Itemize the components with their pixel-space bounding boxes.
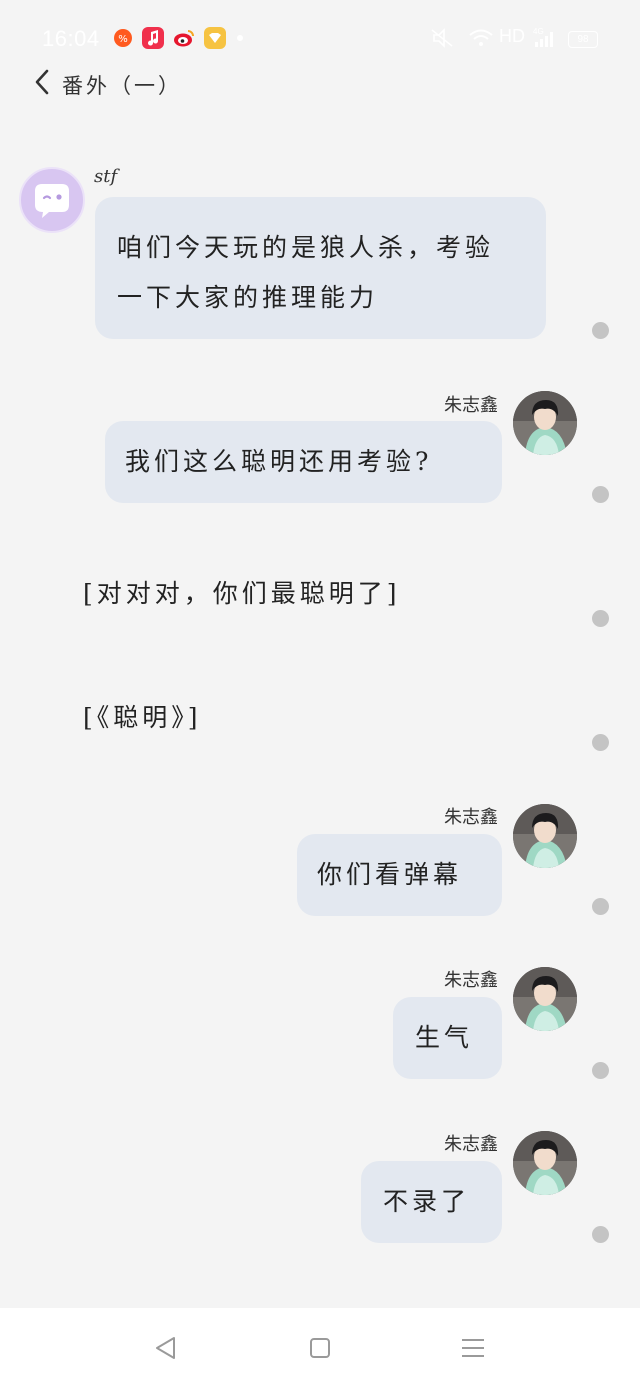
- message-bubble-2[interactable]: 我们这么聪明还用考验?: [105, 421, 502, 503]
- zhuzhixin-avatar[interactable]: [513, 391, 577, 455]
- mute-icon: [430, 28, 456, 53]
- taobao-app-icon: %: [112, 27, 134, 49]
- weibo-app-icon: [173, 27, 195, 49]
- wifi-icon: [468, 28, 494, 53]
- zhuzhixin-avatar[interactable]: [513, 1131, 577, 1195]
- message-line: 不录了: [383, 1187, 471, 1216]
- sender-name-zhuzhixin: 朱志鑫: [444, 807, 498, 828]
- status-time: 16:04: [42, 26, 100, 51]
- narration-text: [对对对，你们最聪明了]: [83, 579, 401, 608]
- battery-icon: 98: [568, 31, 598, 48]
- status-dot: [592, 898, 609, 915]
- sender-name-stf: stf: [94, 166, 118, 187]
- status-dot: [592, 1062, 609, 1079]
- system-nav-bar: [0, 1308, 640, 1387]
- stf-avatar[interactable]: [19, 167, 85, 233]
- status-dot: [592, 734, 609, 751]
- zhuzhixin-avatar[interactable]: [513, 967, 577, 1031]
- status-dot: [592, 1226, 609, 1243]
- message-bubble-4[interactable]: 生气: [393, 997, 502, 1079]
- message-line: 生气: [415, 1023, 474, 1052]
- wallet-app-icon: [204, 27, 226, 49]
- chat-header: 番外（一）: [0, 58, 640, 108]
- back-arrow-icon[interactable]: [32, 68, 54, 96]
- message-line: 你们看弹幕: [317, 860, 463, 889]
- music-app-icon: [142, 27, 164, 49]
- message-bubble-3[interactable]: 你们看弹幕: [297, 834, 502, 916]
- svg-text:4G: 4G: [533, 27, 544, 36]
- notification-dot-icon: [237, 35, 243, 41]
- page-title: 番外（一）: [62, 74, 182, 98]
- menu-lines-icon[interactable]: [459, 1334, 487, 1362]
- message-bubble-5[interactable]: 不录了: [361, 1161, 502, 1243]
- network-type: HD: [499, 26, 525, 46]
- chat-screen: 16:04 % HD 4G 98 番外（一） stf 咱们今天玩的是狼人杀，考验…: [0, 0, 640, 1387]
- message-line: 一下大家的推理能力: [117, 283, 379, 312]
- message-line: 我们这么聪明还用考验?: [125, 447, 433, 476]
- message-line: 咱们今天玩的是狼人杀，考验: [117, 233, 495, 262]
- sender-name-zhuzhixin: 朱志鑫: [444, 970, 498, 991]
- zhuzhixin-avatar[interactable]: [513, 804, 577, 868]
- narration-text: [《聪明》]: [83, 703, 202, 732]
- message-bubble-1[interactable]: 咱们今天玩的是狼人杀，考验 一下大家的推理能力: [95, 197, 546, 339]
- status-dot: [592, 610, 609, 627]
- svg-text:%: %: [118, 34, 128, 45]
- status-dot: [592, 322, 609, 339]
- status-bar: 16:04 % HD 4G 98: [0, 0, 640, 58]
- home-square-icon[interactable]: [306, 1334, 334, 1362]
- sender-name-zhuzhixin: 朱志鑫: [444, 1134, 498, 1155]
- sender-name-zhuzhixin: 朱志鑫: [444, 395, 498, 416]
- status-dot: [592, 486, 609, 503]
- signal-icon: 4G: [533, 26, 559, 53]
- back-triangle-icon[interactable]: [152, 1334, 180, 1362]
